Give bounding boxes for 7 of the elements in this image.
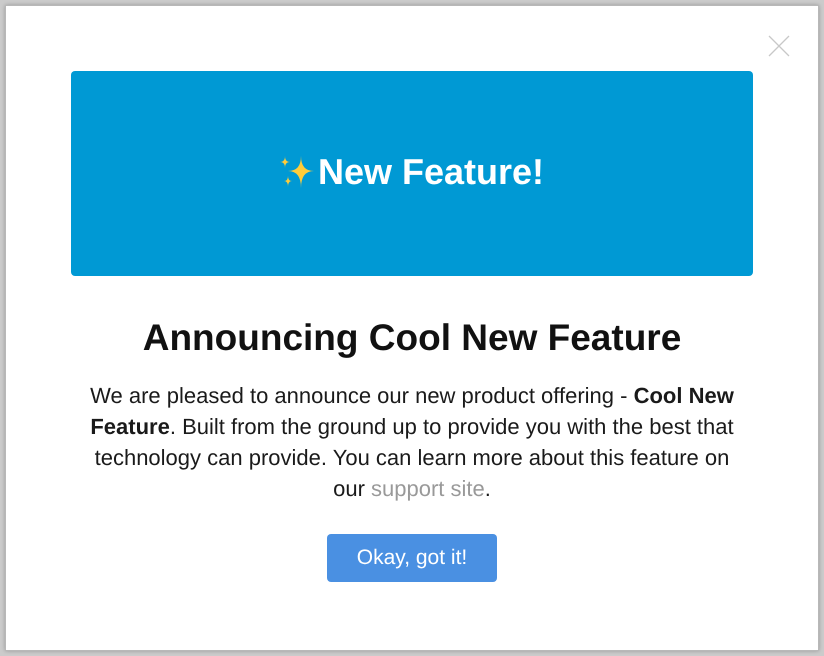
- dialog-heading: Announcing Cool New Feature: [142, 316, 682, 360]
- banner-title: New Feature!: [318, 154, 544, 190]
- support-link[interactable]: support site: [371, 476, 485, 501]
- close-button[interactable]: [768, 35, 790, 57]
- message-text: We are pleased to announce our new product offering - Cool New Feature. Built from the ground up to provide you with the best that technology can provide. You can learn more about this feature on our support site.: [89, 382, 735, 503]
- confirm-button[interactable]: Okay, got it!: [327, 534, 497, 582]
- close-icon: [768, 35, 790, 57]
